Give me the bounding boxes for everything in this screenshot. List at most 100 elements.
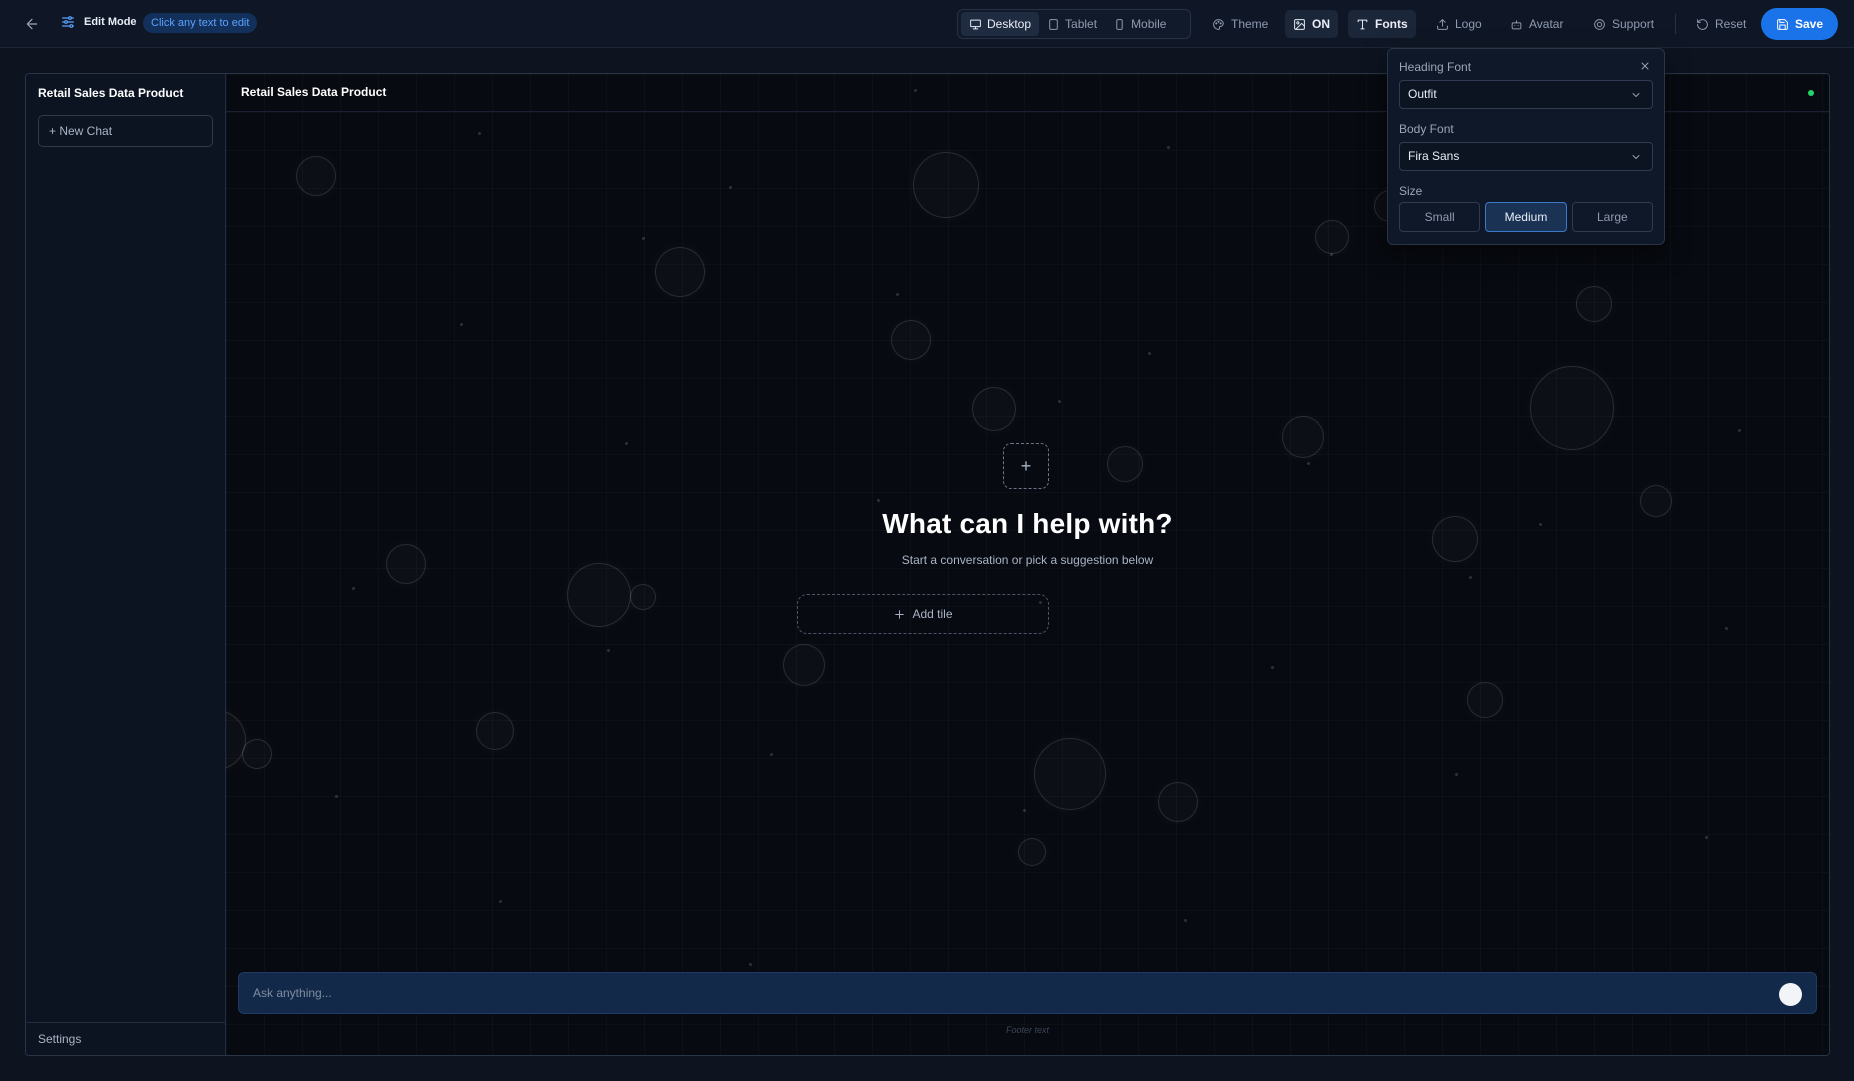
save-icon bbox=[1777, 18, 1788, 30]
chevron-down-icon bbox=[1632, 93, 1640, 97]
heading-font-label: Heading Font bbox=[1399, 60, 1472, 74]
theme-button[interactable]: Theme bbox=[1204, 10, 1276, 38]
edit-mode-label: Edit Mode bbox=[84, 16, 137, 28]
device-mobile-label: Mobile bbox=[1131, 17, 1167, 31]
device-mobile-button[interactable]: Mobile bbox=[1105, 12, 1174, 36]
chat-input[interactable] bbox=[253, 973, 1753, 1013]
top-toolbar: Edit Mode Click any text to edit Desktop… bbox=[0, 0, 1854, 48]
decorative-bubble bbox=[630, 584, 656, 610]
decorative-speck bbox=[499, 900, 502, 903]
size-small-button[interactable]: Small bbox=[1399, 202, 1481, 232]
settings-link[interactable]: Settings bbox=[38, 1032, 81, 1046]
decorative-speck bbox=[770, 753, 773, 756]
decorative-bubble bbox=[913, 152, 979, 218]
edit-mode-icon bbox=[60, 14, 78, 32]
decorative-speck bbox=[877, 499, 880, 502]
device-tablet-button[interactable]: Tablet bbox=[1039, 12, 1105, 36]
theme-label: Theme bbox=[1231, 17, 1269, 31]
main-title[interactable]: Retail Sales Data Product bbox=[241, 85, 386, 99]
avatar-button[interactable]: Avatar bbox=[1502, 10, 1571, 38]
support-label: Support bbox=[1612, 17, 1655, 31]
decorative-speck bbox=[478, 132, 481, 135]
hero-title[interactable]: What can I help with? bbox=[226, 508, 1829, 540]
decorative-speck bbox=[1330, 253, 1333, 256]
decorative-bubble bbox=[1576, 286, 1612, 322]
phone-icon bbox=[1116, 18, 1123, 30]
background-toggle-state: ON bbox=[1312, 17, 1330, 31]
decorative-speck bbox=[1148, 352, 1151, 355]
size-large-button[interactable]: Large bbox=[1571, 202, 1653, 232]
size-medium-button[interactable]: Medium bbox=[1485, 202, 1567, 232]
hero-subtitle[interactable]: Start a conversation or pick a suggestio… bbox=[226, 553, 1829, 567]
save-label: Save bbox=[1794, 17, 1824, 31]
device-desktop-button[interactable]: Desktop bbox=[961, 12, 1040, 36]
logo-button[interactable]: Logo bbox=[1428, 10, 1490, 38]
logo-label: Logo bbox=[1455, 17, 1482, 31]
body-font-value: Fira Sans bbox=[1408, 149, 1460, 163]
decorative-speck bbox=[1058, 400, 1061, 403]
sidebar-title[interactable]: Retail Sales Data Product bbox=[38, 86, 183, 100]
chat-sidebar: Retail Sales Data Product + New Chat Set… bbox=[26, 74, 226, 1055]
decorative-speck bbox=[1307, 462, 1310, 465]
decorative-bubble bbox=[655, 247, 705, 297]
decorative-speck bbox=[729, 186, 732, 189]
close-icon[interactable] bbox=[1638, 59, 1652, 73]
decorative-bubble bbox=[567, 563, 631, 627]
decorative-bubble bbox=[1530, 366, 1614, 450]
background-image-toggle[interactable]: ON bbox=[1285, 10, 1338, 38]
plus-icon bbox=[895, 609, 905, 619]
avatar-label: Avatar bbox=[1529, 17, 1564, 31]
heading-font-value: Outfit bbox=[1408, 87, 1437, 101]
decorative-bubble bbox=[783, 644, 825, 686]
reset-button[interactable]: Reset bbox=[1688, 10, 1754, 38]
heading-font-select[interactable]: Outfit bbox=[1399, 80, 1653, 109]
save-button[interactable]: Save bbox=[1761, 8, 1838, 40]
decorative-speck bbox=[1184, 919, 1187, 922]
fonts-button[interactable]: Fonts bbox=[1348, 10, 1416, 38]
decorative-speck bbox=[607, 649, 610, 652]
decorative-speck bbox=[1705, 836, 1708, 839]
decorative-speck bbox=[1023, 809, 1026, 812]
decorative-bubble bbox=[1107, 446, 1143, 482]
monitor-icon bbox=[970, 19, 981, 29]
body-font-label: Body Font bbox=[1399, 122, 1454, 136]
add-tile-button[interactable]: Add tile bbox=[797, 594, 1049, 634]
tablet-icon bbox=[1049, 18, 1058, 30]
device-desktop-label: Desktop bbox=[987, 17, 1032, 31]
add-hero-icon-button[interactable]: + bbox=[1003, 443, 1049, 489]
back-arrow-icon[interactable] bbox=[20, 12, 44, 36]
decorative-bubble bbox=[891, 320, 931, 360]
decorative-speck bbox=[625, 442, 628, 445]
send-button[interactable] bbox=[1779, 983, 1802, 1006]
support-button[interactable]: Support bbox=[1585, 10, 1662, 38]
device-tablet-label: Tablet bbox=[1065, 17, 1098, 31]
decorative-speck bbox=[1271, 666, 1274, 669]
decorative-bubble bbox=[1034, 738, 1106, 810]
decorative-speck bbox=[642, 237, 645, 240]
decorative-speck bbox=[1455, 773, 1458, 776]
upload-icon bbox=[1437, 18, 1448, 30]
new-chat-button[interactable]: + New Chat bbox=[38, 115, 213, 147]
type-icon bbox=[1357, 19, 1368, 29]
footer-text[interactable]: Footer text bbox=[226, 1025, 1829, 1035]
decorative-speck bbox=[1725, 627, 1728, 630]
reset-icon bbox=[1697, 18, 1708, 30]
decorative-speck bbox=[352, 587, 355, 590]
decorative-speck bbox=[335, 795, 338, 798]
decorative-bubble bbox=[972, 387, 1016, 431]
reset-label: Reset bbox=[1715, 17, 1747, 31]
fonts-popover: Heading Font Outfit Body Font Fira Sans … bbox=[1387, 48, 1665, 245]
palette-icon bbox=[1213, 18, 1224, 30]
size-label: Size bbox=[1399, 184, 1423, 198]
status-indicator bbox=[1808, 90, 1814, 96]
body-font-select[interactable]: Fira Sans bbox=[1399, 142, 1653, 171]
decorative-bubble bbox=[1018, 838, 1046, 866]
toolbar-divider bbox=[1675, 14, 1676, 34]
lifebuoy-icon bbox=[1594, 18, 1605, 30]
decorative-speck bbox=[1469, 576, 1472, 579]
decorative-speck bbox=[749, 963, 752, 966]
decorative-speck bbox=[914, 89, 917, 92]
fonts-label: Fonts bbox=[1375, 17, 1408, 31]
device-switcher: Desktop Tablet Mobile bbox=[957, 9, 1191, 39]
image-icon bbox=[1294, 18, 1305, 30]
